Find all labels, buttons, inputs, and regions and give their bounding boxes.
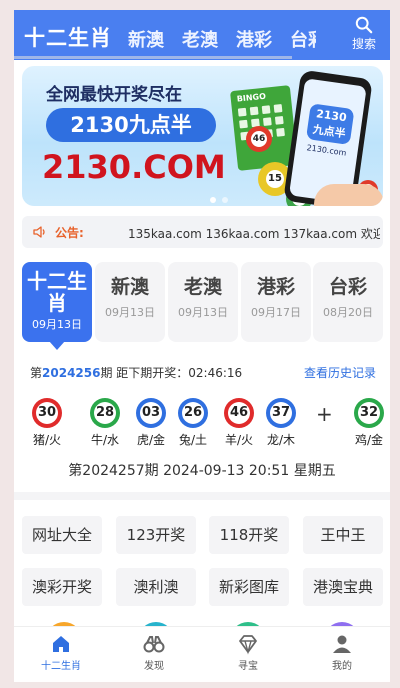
nav-tab-xinao[interactable]: 新澳 [128, 26, 164, 52]
ball-zodiac: 牛/水 [90, 433, 120, 447]
link-url-directory[interactable]: 网址大全 [22, 516, 102, 554]
tab-active-arrow [49, 341, 65, 350]
history-link[interactable]: 查看历史记录 [304, 364, 376, 381]
carousel-dot-2[interactable] [222, 197, 228, 203]
tab-name: 港彩 [256, 276, 295, 298]
number-ball: 37 龙/木 [264, 398, 298, 448]
link-aocai-draw[interactable]: 澳彩开奖 [22, 568, 102, 606]
lottery-tabs: 十二生肖 09月13日 新澳 09月13日 老澳 09月13日 港彩 09月17… [22, 262, 383, 350]
bottom-navigation: 十二生肖 发现 寻宝 我的 [14, 626, 390, 682]
top-nav: 新澳 老澳 港彩 台彩 [128, 26, 316, 52]
nav-tab-gangcai[interactable]: 港彩 [236, 26, 272, 52]
ball-circle: 32 [354, 398, 384, 428]
top-header: 十二生肖 新澳 老澳 港彩 台彩 搜索 [14, 10, 390, 60]
tab-xinao[interactable]: 新澳 09月13日 [95, 262, 165, 342]
draw-result-balls: 30 猪/火 28 牛/水 03 虎/金 26 兔/土 46 羊/火 37 龙/… [28, 398, 384, 450]
notice-tag: 公告: [55, 226, 84, 240]
ball-zodiac: 羊/火 [224, 433, 254, 447]
tab-shier-shengxiao[interactable]: 十二生肖 09月13日 [22, 262, 92, 350]
link-118-draw[interactable]: 118开奖 [209, 516, 289, 554]
phone-logo: 2130 九点半 [305, 103, 355, 146]
ball-zodiac: 猪/火 [32, 433, 62, 447]
banner-headline: 全网最快开奖尽在 [46, 85, 182, 105]
link-wangzhongwang[interactable]: 王中王 [303, 516, 383, 554]
ball-circle: 30 [32, 398, 62, 428]
link-xincai-gallery[interactable]: 新彩图库 [209, 568, 289, 606]
ball-zodiac: 虎/金 [136, 433, 166, 447]
ball-circle: 37 [266, 398, 296, 428]
number-ball: 46 羊/火 [222, 398, 256, 448]
tab-taicai[interactable]: 台彩 08月20日 [313, 262, 383, 342]
tab-name: 台彩 [328, 276, 367, 298]
ball-circle: 26 [178, 398, 208, 428]
nav-underline [14, 56, 292, 59]
promo-banner[interactable]: 全网最快开奖尽在 2130九点半 2130.COM BINGO 46 15 9 … [22, 66, 383, 206]
tab-gangcai[interactable]: 港彩 09月17日 [241, 262, 311, 342]
notice-text: 135kaa.com 136kaa.com 137kaa.com 欢迎广 [128, 227, 380, 241]
ball-circle: 28 [90, 398, 120, 428]
tab-name: 老澳 [183, 276, 222, 298]
number-ball: 28 牛/水 [88, 398, 122, 448]
carousel-dots[interactable] [210, 197, 228, 203]
app-frame: 十二生肖 新澳 老澳 港彩 台彩 搜索 全网最快开奖尽在 2130九点半 213… [14, 10, 390, 682]
draw-period-line: 第2024256期 距下期开奖：02:46:16 [30, 364, 242, 381]
banner-pill: 2130九点半 [46, 108, 216, 142]
banner-ball-red: 46 [246, 126, 272, 152]
tab-date: 09月13日 [178, 306, 228, 319]
next-draw-info: 第2024257期 2024-09-13 20:51 星期五 [68, 463, 336, 479]
nav-tab-laoao[interactable]: 老澳 [182, 26, 218, 52]
tab-date: 09月17日 [251, 306, 301, 319]
banner-domain: 2130.COM [42, 148, 226, 186]
section-divider [14, 492, 390, 500]
phone-url: 2130.com [306, 143, 347, 158]
brand-title[interactable]: 十二生肖 [24, 22, 112, 52]
ball-zodiac: 兔/土 [178, 433, 208, 447]
nav-tab-taicai[interactable]: 台彩 [290, 26, 316, 52]
ball-circle: 46 [224, 398, 254, 428]
binoculars-icon [143, 636, 165, 653]
link-aoliao[interactable]: 澳利澳 [116, 568, 196, 606]
tab-date: 09月13日 [105, 306, 155, 319]
announcement-bar[interactable]: 公告: 135kaa.com 136kaa.com 137kaa.com 欢迎广 [22, 216, 383, 248]
draw-issue-number: 2024256 [42, 366, 101, 380]
ball-zodiac: 鸡/金 [354, 433, 384, 447]
tab-date: 09月13日 [32, 318, 82, 331]
draw-countdown: 期 距下期开奖：02:46:16 [100, 366, 243, 380]
tab-name: 十二生肖 [27, 269, 87, 315]
tab-date: 08月20日 [323, 306, 373, 319]
bottom-nav-label: 发现 [144, 661, 164, 672]
plus-sign: + [316, 402, 333, 426]
bottom-nav-label: 十二生肖 [41, 661, 81, 672]
number-ball: 03 虎/金 [134, 398, 168, 448]
hand-image [314, 184, 383, 206]
search-button[interactable]: 搜索 [346, 16, 382, 52]
search-label: 搜索 [351, 37, 376, 51]
board-text: BINGO [236, 91, 267, 104]
home-icon [53, 636, 69, 652]
bottom-nav-label: 我的 [332, 661, 352, 672]
link-123-draw[interactable]: 123开奖 [116, 516, 196, 554]
bottom-nav-treasure[interactable]: 寻宝 [218, 633, 278, 672]
ball-circle: 03 [136, 398, 166, 428]
tab-laoao[interactable]: 老澳 09月13日 [168, 262, 238, 342]
draw-prefix: 第 [30, 366, 43, 380]
bottom-nav-home[interactable]: 十二生肖 [31, 633, 91, 672]
ball-zodiac: 龙/木 [266, 433, 296, 447]
number-ball: 30 猪/火 [30, 398, 64, 448]
carousel-dot-1[interactable] [210, 197, 216, 203]
bottom-nav-discover[interactable]: 发现 [124, 633, 184, 672]
search-icon [355, 16, 373, 34]
bottom-nav-label: 寻宝 [238, 661, 258, 672]
special-number-ball: 32 鸡/金 [352, 398, 386, 448]
user-icon [333, 635, 351, 653]
bottom-nav-mine[interactable]: 我的 [312, 633, 372, 672]
number-ball: 26 兔/土 [176, 398, 210, 448]
link-gangao-baodian[interactable]: 港澳宝典 [303, 568, 383, 606]
diamond-icon [239, 635, 257, 655]
tab-name: 新澳 [110, 276, 149, 298]
speaker-icon [33, 226, 45, 238]
